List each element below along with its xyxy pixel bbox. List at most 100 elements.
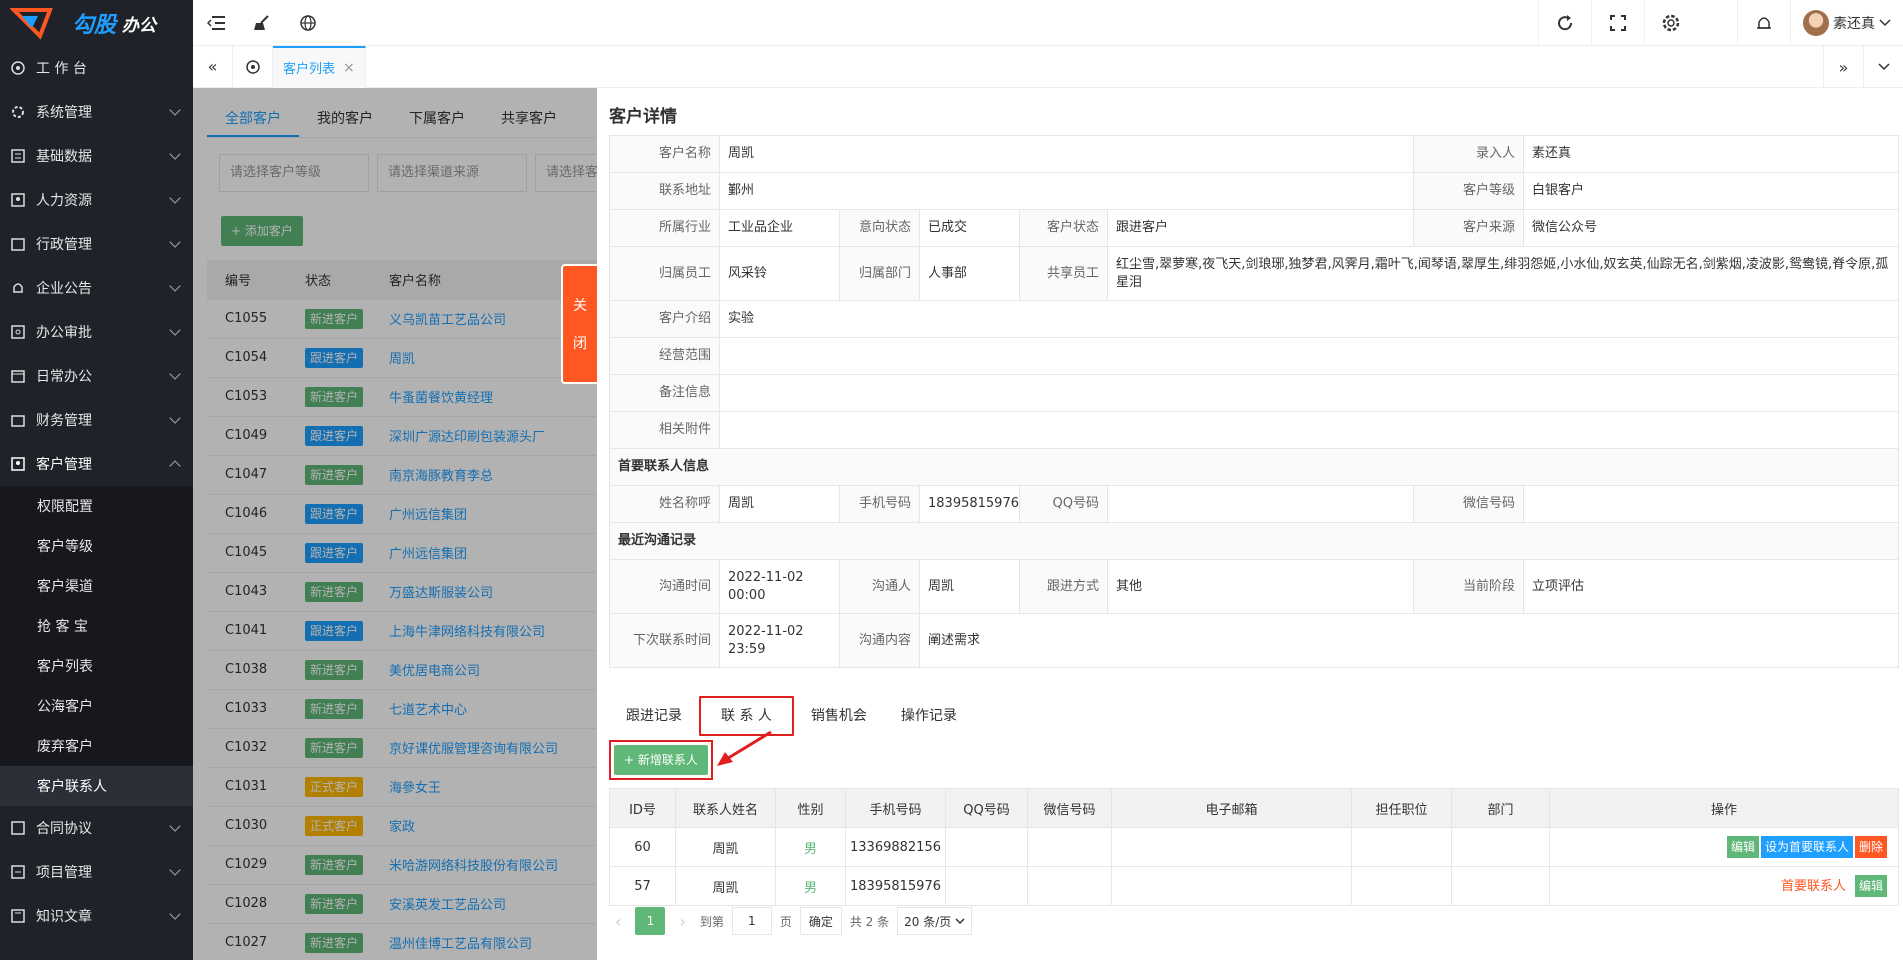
sidebar-item-knowledge[interactable]: 知识文章 (0, 894, 193, 938)
label-attach: 相关附件 (609, 411, 720, 449)
label-pname: 姓名称呼 (609, 485, 720, 523)
chevron-down-icon (169, 280, 181, 292)
subnav-sea[interactable]: 公海客户 (0, 686, 193, 726)
total-count: 共 2 条 (849, 914, 890, 929)
bell-icon[interactable] (1737, 0, 1790, 46)
tabs-scroll-left-icon[interactable]: « (193, 45, 233, 88)
label-scope: 经营范围 (609, 337, 720, 375)
pagination: ‹ 1 › 到第 1 页 确定 共 2 条 20 条/页 (609, 906, 973, 936)
label-owner: 归属员工 (609, 246, 720, 301)
set-primary-button[interactable]: 设为首要联系人 (1760, 836, 1853, 858)
delete-button[interactable]: 删除 (1854, 836, 1887, 858)
page-confirm-button[interactable]: 确定 (799, 907, 842, 935)
subnav-abandoned[interactable]: 废弃客户 (0, 726, 193, 766)
label-intro: 客户介绍 (609, 300, 720, 338)
subnav-grade[interactable]: 客户等级 (0, 526, 193, 566)
chevron-down-icon (169, 412, 181, 424)
sidebar-item-contract[interactable]: 合同协议 (0, 806, 193, 850)
add-contact-button[interactable]: + 新增联系人 (614, 745, 708, 775)
subnav-contacts[interactable]: 客户联系人 (0, 766, 193, 806)
tab-customer-list[interactable]: 客户列表 × (273, 45, 366, 88)
user-menu[interactable]: 素还真 (1790, 0, 1903, 46)
chevron-down-icon (1879, 15, 1891, 31)
close-drawer-button[interactable]: 关 闭 (561, 264, 597, 384)
next-page-icon[interactable]: › (673, 912, 691, 931)
page-input[interactable]: 1 (731, 907, 772, 935)
sidebar-item-basedata[interactable]: 基础数据 (0, 134, 193, 178)
tab-follow-records[interactable]: 跟进记录 (609, 696, 699, 736)
sidebar-item-customer[interactable]: 客户管理 (0, 442, 193, 486)
contract-icon (10, 820, 26, 836)
detail-tabs: 跟进记录 联 系 人 销售机会 操作记录 (609, 696, 974, 736)
label-address: 联系地址 (609, 172, 720, 210)
page-current[interactable]: 1 (635, 907, 666, 935)
chevron-down-icon (169, 368, 181, 380)
add-contact-highlight: + 新增联系人 (609, 740, 713, 780)
cell-id: 60 (609, 827, 676, 867)
value-ccontent: 阐述需求 (919, 613, 1899, 668)
header-spacer (1697, 0, 1737, 46)
home-icon[interactable] (233, 45, 273, 88)
subnav-customer-list[interactable]: 客户列表 (0, 646, 193, 686)
sidebar-item-approval[interactable]: 办公审批 (0, 310, 193, 354)
menu-toggle-icon[interactable] (193, 0, 239, 46)
label-shared: 共享员工 (1019, 246, 1108, 301)
brand-sub: 办公 (122, 15, 157, 36)
label-cstatus: 客户状态 (1019, 209, 1108, 247)
edit-button[interactable]: 编辑 (1726, 836, 1759, 858)
sidebar-item-hr[interactable]: 人力资源 (0, 178, 193, 222)
sidebar-item-label: 知识文章 (36, 909, 92, 925)
sidebar-item-label: 办公审批 (36, 325, 92, 341)
refresh-icon[interactable] (1538, 0, 1591, 46)
value-method: 其他 (1106, 559, 1415, 614)
settings-icon[interactable] (1644, 0, 1697, 46)
cell-wechat (1027, 827, 1112, 867)
globe-icon[interactable] (285, 0, 331, 46)
tab-sales-opportunities[interactable]: 销售机会 (794, 696, 884, 736)
value-intro: 实验 (719, 300, 1899, 338)
value-scope (719, 337, 1899, 375)
sidebar-item-admin[interactable]: 行政管理 (0, 222, 193, 266)
sidebar-item-project[interactable]: 项目管理 (0, 850, 193, 894)
value-remark (719, 374, 1899, 412)
per-page-select[interactable]: 20 条/页 (897, 907, 973, 935)
col-phone: 手机号码 (845, 788, 946, 828)
broom-icon[interactable] (239, 0, 285, 46)
prev-page-icon[interactable]: ‹ (609, 912, 627, 931)
chevron-down-icon (169, 104, 181, 116)
tabs-scroll-right-icon[interactable]: » (1823, 46, 1863, 88)
user-name: 素还真 (1833, 16, 1875, 32)
value-name: 周凯 (718, 135, 1415, 173)
label-remark: 备注信息 (609, 374, 720, 412)
close-icon[interactable]: × (343, 60, 355, 76)
label-qq: QQ号码 (1019, 485, 1108, 523)
label-phone: 手机号码 (839, 485, 920, 523)
sidebar-item-finance[interactable]: 财务管理 (0, 398, 193, 442)
label-dept: 归属部门 (839, 246, 920, 301)
approval-icon (10, 324, 26, 340)
table-row: 57 周凯 男 18395815976 首要联系人 编辑 (609, 866, 1899, 906)
tab-operation-log[interactable]: 操作记录 (884, 696, 974, 736)
project-icon (10, 864, 26, 880)
chevron-down-icon (169, 864, 181, 876)
cell-gender: 男 (775, 827, 846, 867)
sidebar-item-notice[interactable]: 企业公告 (0, 266, 193, 310)
subnav-grab[interactable]: 抢 客 宝 (0, 606, 193, 646)
label-wechat: 微信号码 (1413, 485, 1525, 523)
subnav-channel[interactable]: 客户渠道 (0, 566, 193, 606)
sidebar-item-label: 合同协议 (36, 821, 92, 837)
tabs-menu-chevron-icon[interactable] (1863, 46, 1903, 88)
chevron-down-icon (169, 236, 181, 248)
customer-subnav: 权限配置 客户等级 客户渠道 抢 客 宝 客户列表 公海客户 废弃客户 客户联系… (0, 486, 193, 806)
sidebar-item-workbench[interactable]: 工 作 台 (0, 46, 193, 90)
cell-wechat (1027, 866, 1112, 906)
label-cperson: 沟通人 (839, 559, 920, 614)
sidebar-item-system[interactable]: 系统管理 (0, 90, 193, 134)
chevron-down-icon (169, 908, 181, 920)
edit-button[interactable]: 编辑 (1854, 875, 1887, 897)
subnav-permission[interactable]: 权限配置 (0, 486, 193, 526)
label-recorder: 录入人 (1413, 135, 1525, 173)
fullscreen-icon[interactable] (1591, 0, 1644, 46)
sidebar-item-daily[interactable]: 日常办公 (0, 354, 193, 398)
page-title: 客户详情 (609, 107, 677, 127)
